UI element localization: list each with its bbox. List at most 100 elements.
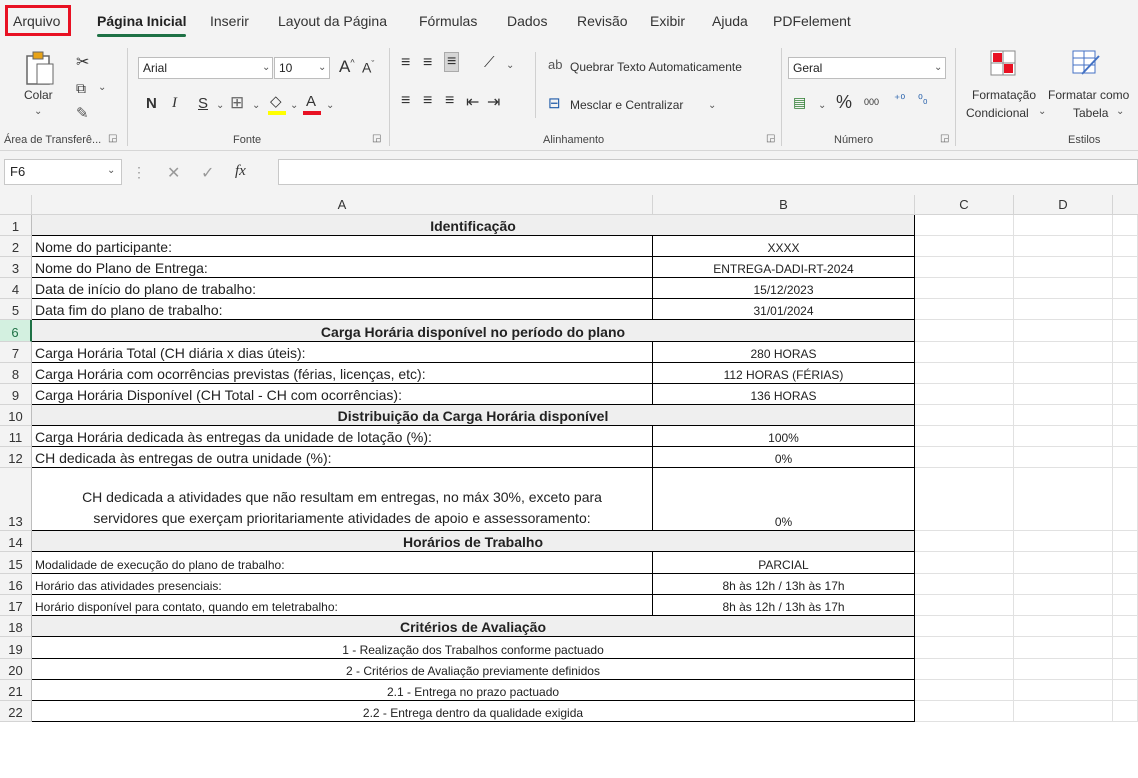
section-header-cell[interactable]: Distribuição da Carga Horária disponível — [32, 405, 915, 426]
enter-icon[interactable]: ✓ — [201, 163, 214, 183]
section-header-cell[interactable]: Identificação — [32, 215, 915, 236]
empty-cell[interactable] — [1014, 531, 1113, 552]
bold-button[interactable]: N — [146, 95, 157, 112]
alignment-launcher-icon[interactable]: ◲ — [766, 133, 775, 144]
orientation-dropdown-icon[interactable]: ⌄ — [506, 60, 514, 71]
label-cell[interactable]: Modalidade de execução do plano de traba… — [32, 552, 653, 574]
row-header[interactable]: 4 — [0, 278, 32, 299]
empty-cell[interactable] — [1014, 574, 1113, 595]
wrap-text-icon[interactable]: ab — [548, 57, 562, 72]
row-header[interactable]: 3 — [0, 257, 32, 278]
empty-cell[interactable] — [915, 278, 1014, 299]
empty-cell[interactable] — [1014, 680, 1113, 701]
increase-indent-icon[interactable]: ⇥ — [487, 92, 500, 112]
value-cell[interactable]: 112 HORAS (FÉRIAS) — [653, 363, 915, 384]
empty-cell[interactable] — [1113, 405, 1138, 426]
underline-dropdown-icon[interactable]: ⌄ — [216, 100, 224, 111]
row-header[interactable]: 14 — [0, 531, 32, 552]
empty-cell[interactable] — [1014, 405, 1113, 426]
label-cell[interactable]: CH dedicada a atividades que não resulta… — [32, 468, 653, 531]
empty-cell[interactable] — [1113, 447, 1138, 468]
empty-cell[interactable] — [1113, 659, 1138, 680]
empty-cell[interactable] — [915, 299, 1014, 320]
merge-center-button[interactable]: Mesclar e Centralizar — [570, 98, 683, 112]
merge-center-icon[interactable]: ⊟ — [548, 94, 561, 112]
menu-formulas[interactable]: Fórmulas — [419, 13, 477, 29]
value-cell[interactable]: 280 HORAS — [653, 342, 915, 363]
empty-cell[interactable] — [915, 595, 1014, 616]
empty-cell[interactable] — [1014, 468, 1113, 531]
value-cell[interactable]: 8h às 12h / 13h às 17h — [653, 595, 915, 616]
empty-cell[interactable] — [1113, 320, 1138, 342]
row-header[interactable]: 13 — [0, 468, 32, 531]
label-cell[interactable]: Horário das atividades presenciais: — [32, 574, 653, 595]
decrease-indent-icon[interactable]: ⇤ — [466, 92, 479, 112]
empty-cell[interactable] — [1113, 236, 1138, 257]
number-format-dropdown-icon[interactable]: ⌄ — [934, 62, 942, 73]
percent-button[interactable]: % — [836, 92, 852, 113]
criteria-cell[interactable]: 2.2 - Entrega dentro da qualidade exigid… — [32, 701, 915, 722]
row-header[interactable]: 12 — [0, 447, 32, 468]
menu-dados[interactable]: Dados — [507, 13, 547, 29]
empty-cell[interactable] — [915, 342, 1014, 363]
criteria-cell[interactable]: 1 - Realização dos Trabalhos conforme pa… — [32, 637, 915, 659]
criteria-cell[interactable]: 2 - Critérios de Avaliação previamente d… — [32, 659, 915, 680]
empty-cell[interactable] — [1014, 659, 1113, 680]
column-header-d[interactable]: D — [1014, 195, 1113, 215]
align-bottom-icon[interactable]: ≡ — [444, 52, 460, 72]
empty-cell[interactable] — [915, 405, 1014, 426]
menu-inserir[interactable]: Inserir — [210, 13, 249, 29]
borders-icon[interactable]: ⊞ — [230, 93, 244, 113]
menu-pagina-inicial[interactable]: Página Inicial — [97, 13, 186, 29]
row-header[interactable]: 18 — [0, 616, 32, 637]
font-color-button[interactable]: A — [306, 93, 316, 110]
empty-cell[interactable] — [915, 552, 1014, 574]
insert-function-icon[interactable]: fx — [235, 163, 246, 180]
row-header[interactable]: 7 — [0, 342, 32, 363]
empty-cell[interactable] — [1014, 320, 1113, 342]
fill-color-dropdown-icon[interactable]: ⌄ — [290, 100, 298, 111]
shrink-font-button[interactable]: Aˇ — [362, 59, 374, 76]
value-cell[interactable]: XXXX — [653, 236, 915, 257]
conditional-formatting-icon[interactable] — [990, 50, 1016, 76]
font-name-dropdown-icon[interactable]: ⌄ — [262, 62, 270, 73]
empty-cell[interactable] — [915, 574, 1014, 595]
accounting-dropdown-icon[interactable]: ⌄ — [818, 100, 826, 111]
value-cell[interactable]: 0% — [653, 447, 915, 468]
row-header[interactable]: 1 — [0, 215, 32, 236]
empty-cell[interactable] — [915, 384, 1014, 405]
row-header[interactable]: 22 — [0, 701, 32, 722]
select-all-corner[interactable] — [0, 195, 32, 215]
menu-revisao[interactable]: Revisão — [577, 13, 628, 29]
empty-cell[interactable] — [915, 363, 1014, 384]
paste-icon[interactable] — [24, 50, 56, 86]
empty-cell[interactable] — [1113, 278, 1138, 299]
cut-icon[interactable]: ✂ — [76, 52, 89, 72]
cancel-icon[interactable]: ✕ — [167, 163, 180, 183]
align-center-icon[interactable]: ≡ — [423, 92, 432, 110]
conditional-formatting-label-1[interactable]: Formatação — [972, 88, 1036, 102]
empty-cell[interactable] — [1113, 574, 1138, 595]
empty-cell[interactable] — [1113, 595, 1138, 616]
empty-cell[interactable] — [1014, 426, 1113, 447]
conditional-formatting-label-2[interactable]: Condicional — [966, 106, 1029, 120]
empty-cell[interactable] — [1113, 384, 1138, 405]
wrap-text-button[interactable]: Quebrar Texto Automaticamente — [570, 60, 742, 74]
borders-dropdown-icon[interactable]: ⌄ — [252, 100, 260, 111]
empty-cell[interactable] — [915, 215, 1014, 236]
font-launcher-icon[interactable]: ◲ — [372, 133, 381, 144]
underline-button[interactable]: S — [198, 95, 208, 112]
empty-cell[interactable] — [915, 531, 1014, 552]
format-as-table-icon[interactable] — [1072, 50, 1100, 76]
column-header-b[interactable]: B — [653, 195, 915, 215]
empty-cell[interactable] — [1113, 468, 1138, 531]
copy-icon[interactable]: ⧉ — [76, 80, 86, 97]
number-format-select[interactable]: Geral — [788, 57, 946, 79]
menu-ajuda[interactable]: Ajuda — [712, 13, 748, 29]
section-header-cell[interactable]: Critérios de Avaliação — [32, 616, 915, 637]
increase-decimal-icon[interactable]: ⁺⁰ — [894, 92, 905, 106]
value-cell[interactable]: PARCIAL — [653, 552, 915, 574]
format-as-table-dropdown-icon[interactable]: ⌄ — [1116, 106, 1124, 117]
conditional-formatting-dropdown-icon[interactable]: ⌄ — [1038, 106, 1046, 117]
row-header[interactable]: 17 — [0, 595, 32, 616]
